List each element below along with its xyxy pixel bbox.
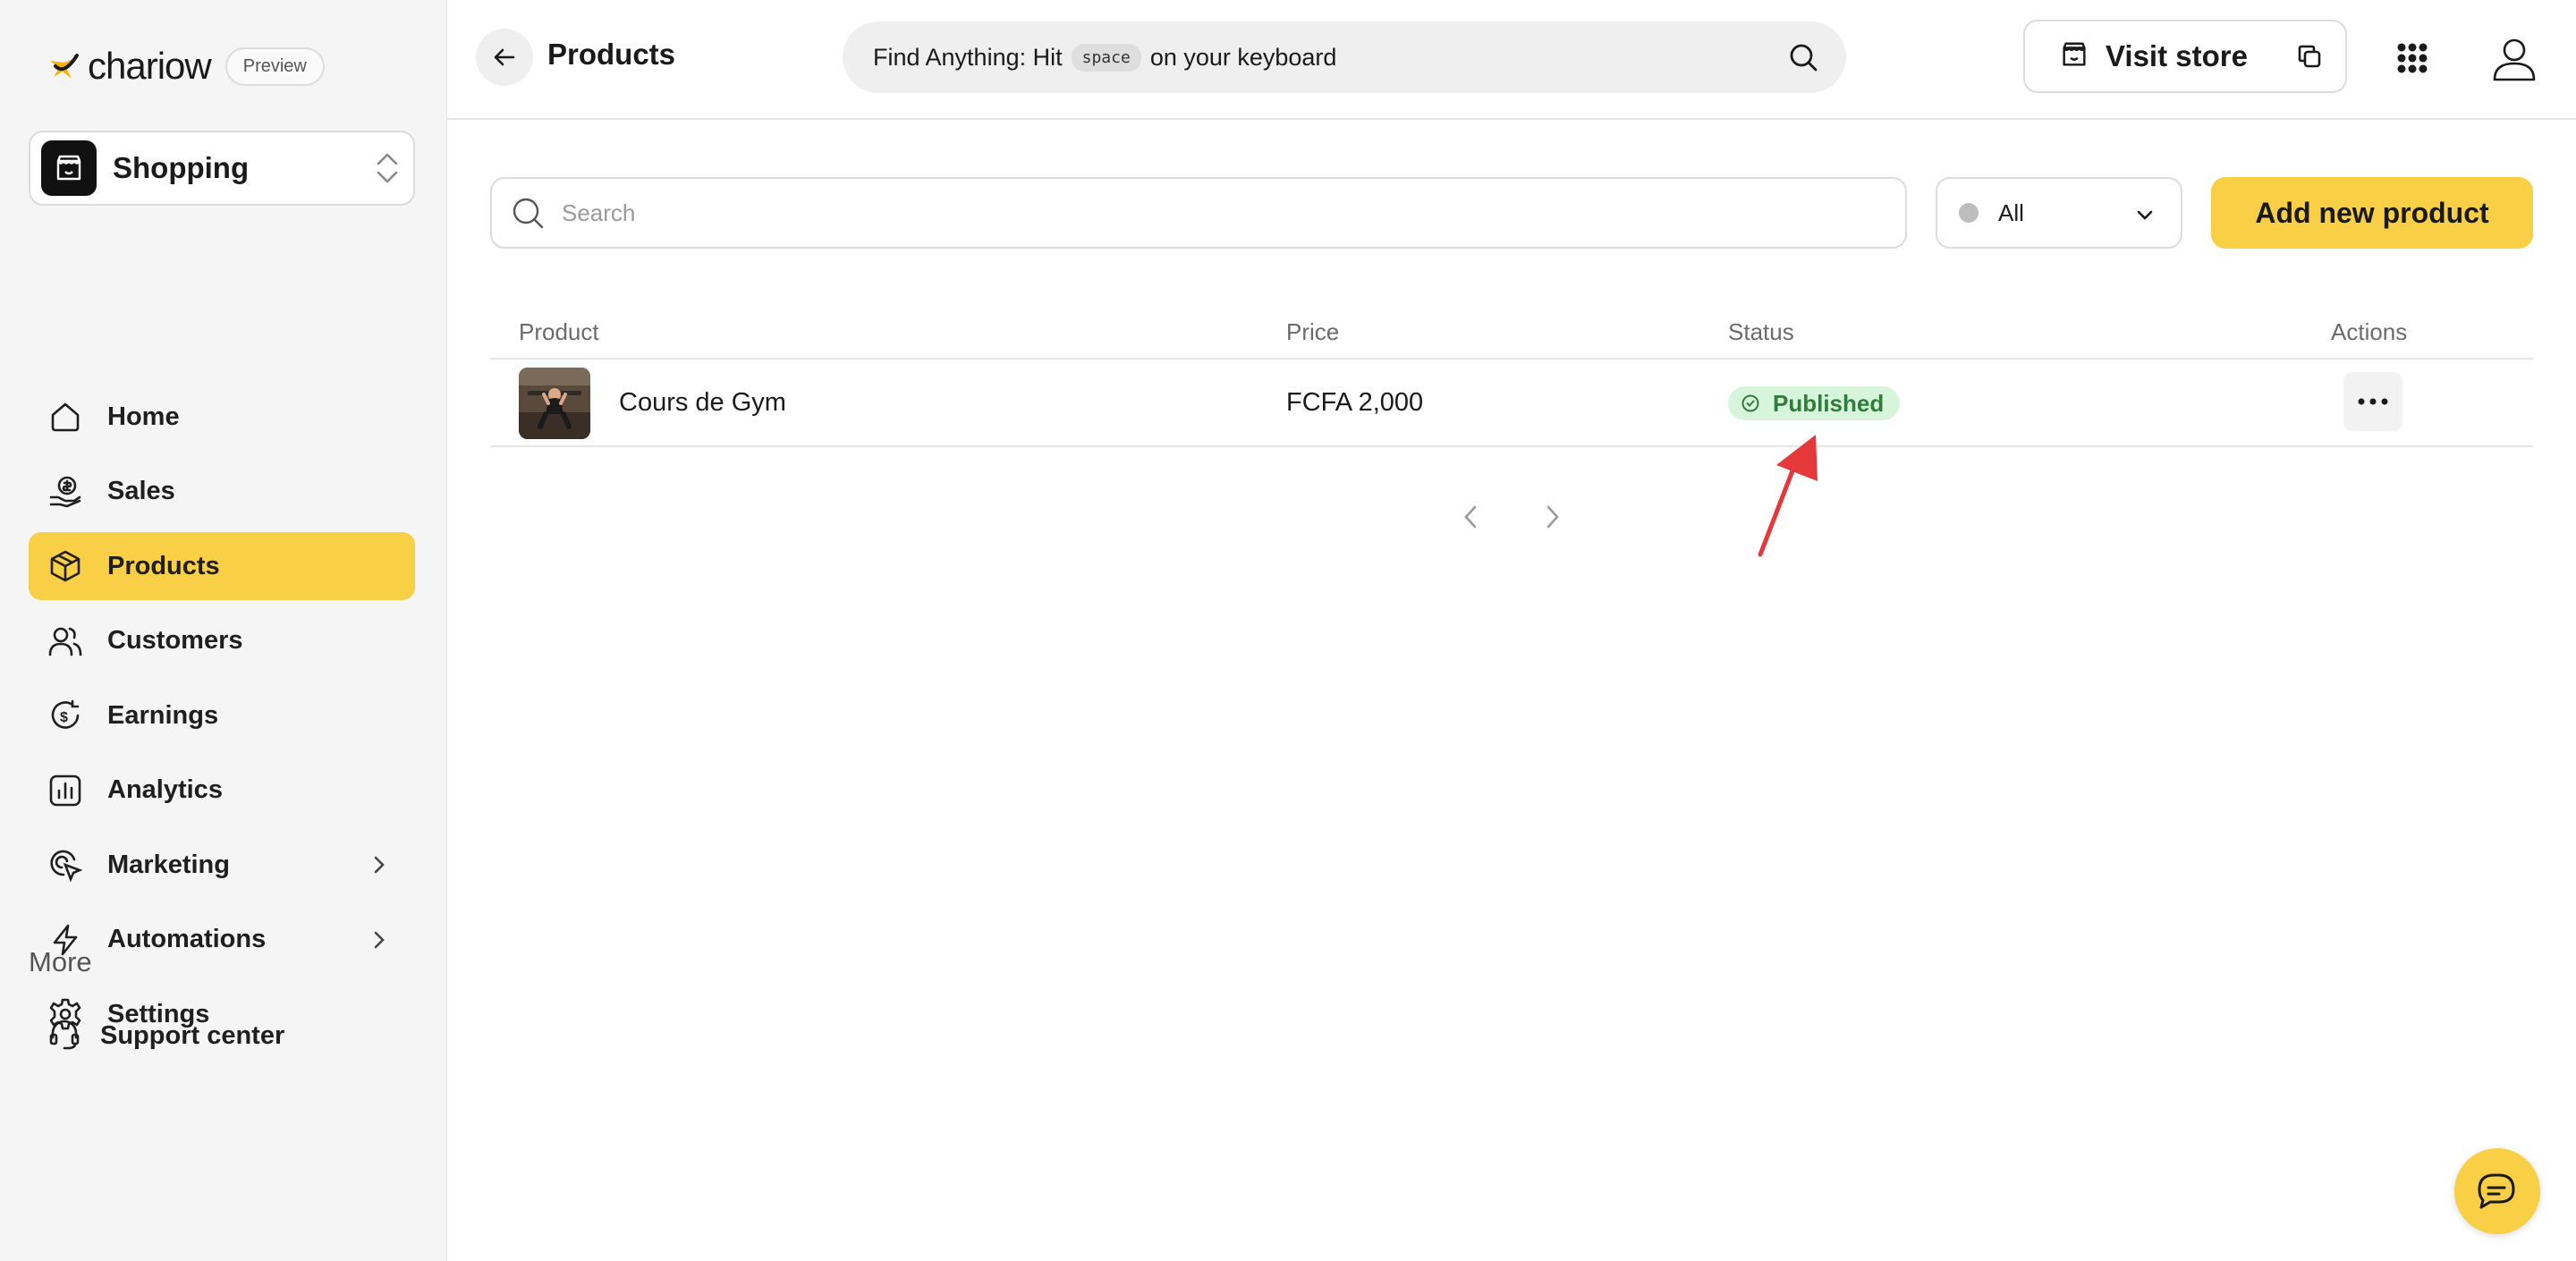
store-switcher[interactable]: Shopping: [29, 131, 415, 206]
status-badge: Published: [1728, 386, 1901, 420]
visit-store-button[interactable]: Visit store: [2023, 20, 2275, 93]
search-icon[interactable]: [1787, 41, 1819, 73]
grid-icon: [2397, 43, 2428, 73]
sidebar-item-label: Automations: [107, 925, 267, 953]
global-search-suffix: on your keyboard: [1149, 43, 1337, 71]
bar-chart-icon: [47, 772, 84, 809]
sidebar-item-marketing[interactable]: Marketing: [29, 831, 415, 899]
column-header-price: Price: [1286, 318, 1340, 345]
chevron-up-down-icon: [372, 148, 402, 188]
column-header-product: Product: [519, 318, 599, 345]
sidebar-item-analytics[interactable]: Analytics: [29, 757, 415, 825]
sidebar-item-home[interactable]: Home: [29, 383, 415, 451]
product-thumbnail: [519, 368, 590, 439]
sidebar-item-label: Marketing: [107, 850, 230, 879]
target-icon: [47, 846, 84, 884]
column-header-status: Status: [1728, 318, 1794, 345]
search-icon: [513, 198, 544, 229]
more-horizontal-icon: [2358, 398, 2388, 405]
brand-name: chariow: [88, 45, 212, 87]
back-button[interactable]: [476, 29, 533, 86]
sidebar: chariow Preview Shopping Home Sales Prod…: [0, 0, 447, 1261]
previous-page-button[interactable]: [1456, 501, 1485, 533]
sidebar-item-label: Products: [107, 551, 220, 580]
sidebar-item-products[interactable]: Products: [29, 532, 415, 600]
users-icon: [47, 622, 84, 660]
headset-icon: [47, 1016, 82, 1056]
coin-icon: $: [47, 697, 84, 734]
chevron-right-icon: [367, 927, 392, 952]
store-name: Shopping: [113, 151, 250, 184]
status-filter-value: All: [1998, 199, 2024, 226]
top-header: Products Find Anything: Hit space on you…: [447, 0, 2576, 120]
support-center-link[interactable]: Support center: [29, 1002, 284, 1070]
store-icon: [41, 140, 97, 196]
pagination: [1456, 501, 1567, 533]
support-chat-button[interactable]: [2454, 1148, 2540, 1234]
user-avatar-button[interactable]: [2483, 27, 2546, 89]
chevron-left-icon: [1464, 505, 1477, 529]
sidebar-item-customers[interactable]: Customers: [29, 607, 415, 675]
copy-store-link-button[interactable]: [2274, 20, 2347, 93]
status-badge-label: Published: [1773, 389, 1885, 417]
sidebar-item-earnings[interactable]: $ Earnings: [29, 681, 415, 749]
check-circle-icon: [1741, 394, 1759, 412]
copy-icon: [2298, 45, 2321, 68]
global-search-bar[interactable]: Find Anything: Hit space on your keyboar…: [843, 21, 1846, 93]
sidebar-item-label: Customers: [107, 626, 243, 655]
annotation-arrow: [1744, 426, 1834, 560]
column-header-actions: Actions: [2331, 318, 2408, 345]
chevron-down-icon: [2134, 204, 2156, 225]
sidebar-item-sales[interactable]: Sales: [29, 458, 415, 526]
product-search-field[interactable]: [490, 177, 1907, 249]
box-icon: [47, 547, 84, 585]
home-icon: [47, 398, 84, 436]
visit-store-label: Visit store: [2106, 39, 2248, 72]
table-row[interactable]: Cours de Gym FCFA 2,000 Published: [490, 360, 2533, 447]
support-center-label: Support center: [100, 1020, 285, 1050]
space-key-hint: space: [1071, 43, 1141, 72]
sidebar-item-label: Home: [107, 402, 180, 431]
money-hand-icon: [47, 473, 84, 511]
page-title: Products: [547, 38, 676, 71]
status-filter-select[interactable]: All: [1936, 177, 2182, 249]
product-price: FCFA 2,000: [1286, 388, 1424, 417]
row-actions-button[interactable]: [2343, 372, 2402, 431]
chariow-logo-icon: [47, 48, 82, 84]
apps-grid-button[interactable]: [2381, 27, 2444, 89]
store-icon: [2059, 39, 2089, 74]
sidebar-item-label: Earnings: [107, 700, 219, 730]
arrow-left-icon: [494, 48, 515, 66]
chevron-right-icon: [367, 852, 392, 877]
sidebar-item-label: Analytics: [107, 775, 223, 804]
product-search-input[interactable]: [562, 199, 1814, 227]
svg-text:$: $: [60, 710, 68, 725]
status-dot: [1959, 203, 1979, 223]
sidebar-item-label: Sales: [107, 477, 175, 505]
table-header: Product Price Status Actions: [490, 304, 2533, 360]
chat-bubbles-icon: [2478, 1173, 2515, 1209]
brand-logo[interactable]: chariow Preview: [47, 43, 325, 89]
more-section-label: More: [29, 946, 92, 977]
next-page-button[interactable]: [1538, 501, 1567, 533]
global-search-prefix: Find Anything: Hit: [873, 43, 1063, 71]
user-icon: [2493, 38, 2536, 81]
add-new-product-button[interactable]: Add new product: [2211, 177, 2533, 249]
preview-badge: Preview: [225, 47, 325, 86]
product-name[interactable]: Cours de Gym: [619, 388, 786, 418]
products-table: Product Price Status Actions Cours de Gy…: [490, 304, 2533, 447]
chevron-right-icon: [1546, 505, 1559, 529]
